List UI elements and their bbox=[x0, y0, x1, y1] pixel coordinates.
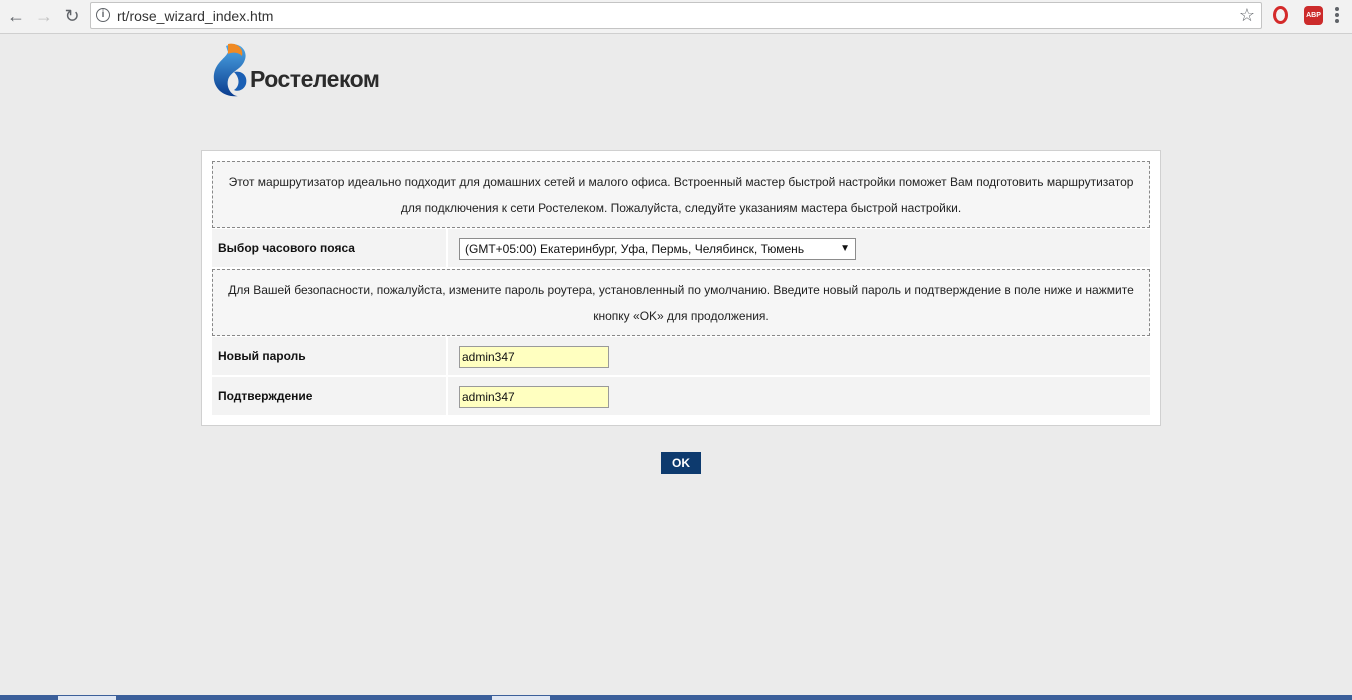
new-password-input[interactable] bbox=[459, 346, 609, 368]
confirm-password-input[interactable] bbox=[459, 386, 609, 408]
row-divider bbox=[446, 229, 448, 267]
adblock-extension-icon[interactable]: ABP bbox=[1304, 6, 1323, 25]
taskbar-item[interactable] bbox=[492, 696, 550, 700]
new-password-label: Новый пароль bbox=[218, 349, 306, 363]
timezone-selected-value: (GMT+05:00) Екатеринбург, Уфа, Пермь, Че… bbox=[465, 242, 805, 256]
security-text: Для Вашей безопасности, пожалуйста, изме… bbox=[228, 283, 1134, 323]
star-icon[interactable]: ☆ bbox=[1239, 5, 1255, 26]
taskbar bbox=[0, 695, 1352, 700]
dropdown-arrow-icon: ▼ bbox=[840, 243, 850, 254]
ok-button[interactable]: OK bbox=[661, 452, 701, 474]
url-text[interactable]: rt/rose_wizard_index.htm bbox=[117, 8, 273, 24]
wizard-panel: Этот маршрутизатор идеально подходит для… bbox=[201, 150, 1161, 426]
browser-toolbar: ← → ↻ i rt/rose_wizard_index.htm ☆ ABP bbox=[0, 0, 1352, 34]
menu-icon[interactable] bbox=[1335, 7, 1339, 25]
timezone-label: Выбор часового пояса bbox=[218, 241, 355, 255]
new-password-row: Новый пароль bbox=[212, 337, 1150, 375]
logo-text: Ростелеком bbox=[250, 66, 380, 92]
info-icon[interactable]: i bbox=[96, 8, 110, 22]
opera-extension-icon[interactable] bbox=[1273, 6, 1288, 24]
row-divider bbox=[446, 337, 448, 375]
timezone-select[interactable]: (GMT+05:00) Екатеринбург, Уфа, Пермь, Че… bbox=[459, 238, 856, 260]
address-bar[interactable]: i rt/rose_wizard_index.htm ☆ bbox=[90, 2, 1262, 29]
reload-icon[interactable]: ↻ bbox=[61, 5, 83, 27]
logo-mark-icon bbox=[213, 43, 247, 97]
confirm-password-label: Подтверждение bbox=[218, 389, 313, 403]
timezone-row: Выбор часового пояса (GMT+05:00) Екатери… bbox=[212, 229, 1150, 267]
rostelecom-logo: Ростелеком bbox=[212, 42, 402, 98]
back-icon[interactable]: ← bbox=[5, 5, 27, 27]
intro-text: Этот маршрутизатор идеально подходит для… bbox=[228, 175, 1134, 215]
forward-icon[interactable]: → bbox=[33, 5, 55, 27]
confirm-password-row: Подтверждение bbox=[212, 377, 1150, 415]
row-divider bbox=[446, 377, 448, 415]
security-info-box: Для Вашей безопасности, пожалуйста, изме… bbox=[212, 269, 1150, 336]
intro-info-box: Этот маршрутизатор идеально подходит для… bbox=[212, 161, 1150, 228]
taskbar-item[interactable] bbox=[58, 696, 116, 700]
